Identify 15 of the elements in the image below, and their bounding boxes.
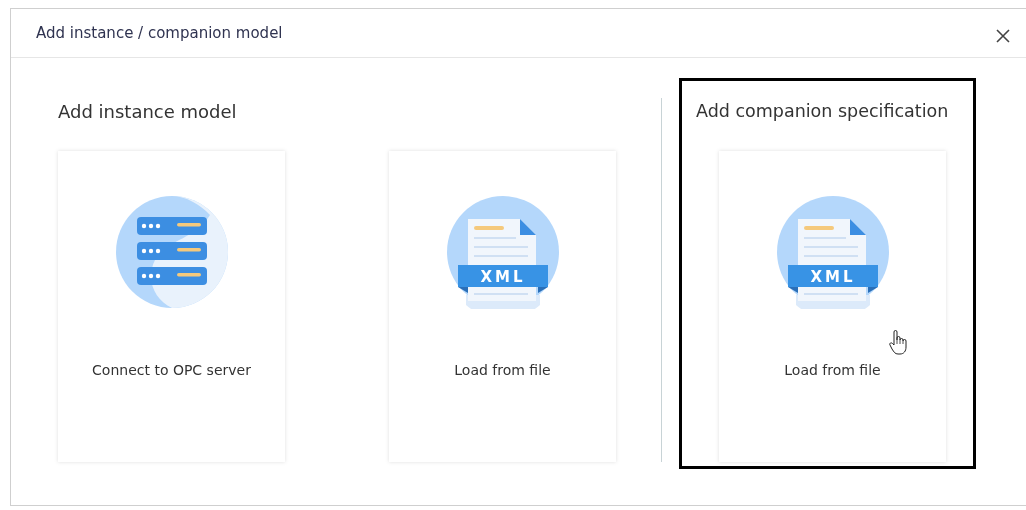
server-icon (114, 195, 229, 309)
card-label: Load from file (454, 362, 551, 378)
file-type-label: XML (479, 268, 526, 286)
option-card[interactable]: XML Load from file (719, 151, 946, 462)
close-icon[interactable] (996, 29, 1010, 43)
xml-file-icon (446, 196, 559, 309)
section-heading: Add instance model (58, 101, 238, 124)
file-type-label: XML (809, 268, 856, 286)
card-label: Connect to OPC server (92, 362, 251, 378)
section-heading: Add companion specification (696, 101, 950, 123)
option-card[interactable]: XML Load from file (389, 151, 616, 462)
option-card[interactable]: Connect to OPC server (58, 151, 285, 462)
card-label: Load from file (784, 362, 881, 378)
dialog-title: Add instance / companion model (36, 24, 283, 42)
xml-file-icon (776, 196, 889, 309)
